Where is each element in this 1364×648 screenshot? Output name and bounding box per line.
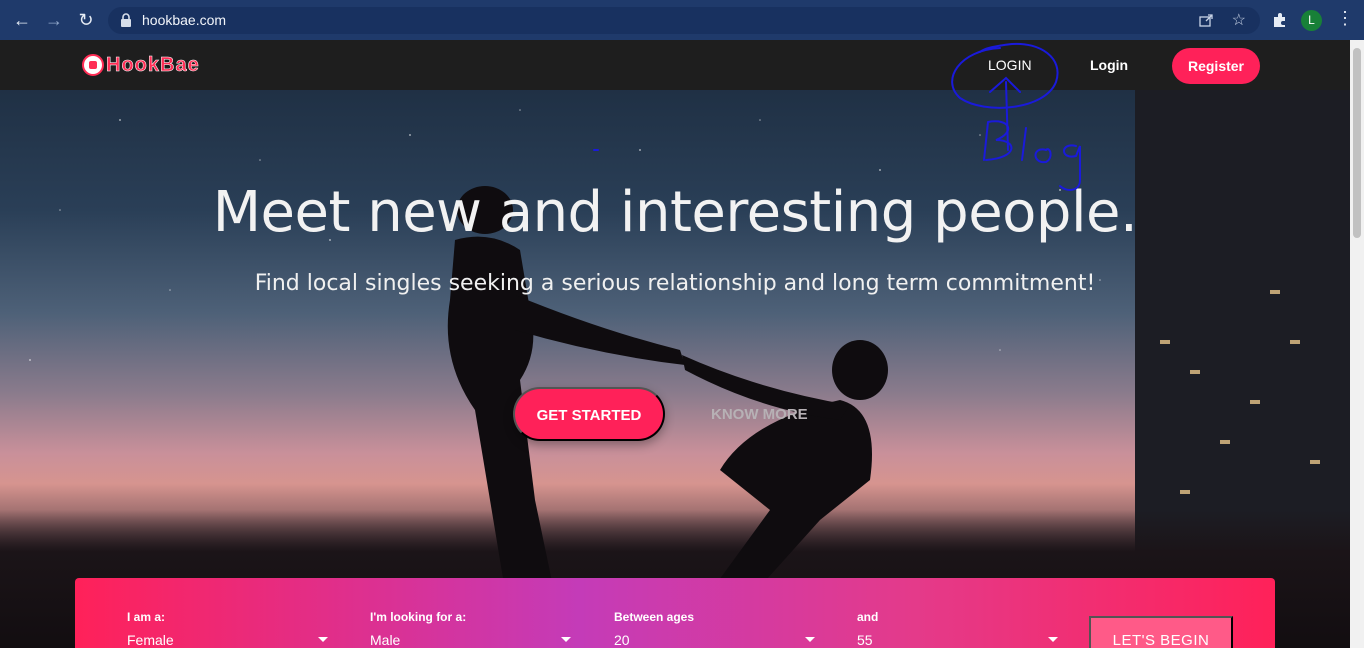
star-icon[interactable]: ☆	[1232, 10, 1246, 30]
hero-headline: Meet new and interesting people.	[212, 180, 1138, 245]
lets-begin-button[interactable]: LET'S BEGIN	[1089, 616, 1233, 648]
age-max-value-text: 55	[857, 632, 873, 648]
get-started-button[interactable]: GET STARTED	[513, 387, 665, 441]
ages-label: Between ages	[614, 610, 695, 624]
age-min-select[interactable]: Between ages 20	[614, 610, 819, 648]
page-scrollbar[interactable]	[1350, 40, 1364, 648]
looking-for-value-text: Male	[370, 632, 401, 648]
age-max-value[interactable]: 55	[857, 632, 1062, 648]
iam-value[interactable]: Female	[127, 632, 332, 648]
page-viewport: HookBae LOGIN Login Register Meet new an…	[0, 40, 1350, 648]
caret-down-icon	[1048, 637, 1058, 642]
menu-icon[interactable]: ⋮	[1336, 8, 1354, 29]
age-max-select[interactable]: and 55	[857, 610, 1062, 648]
window-light	[1290, 340, 1300, 344]
window-light	[1220, 440, 1230, 444]
logo-icon	[82, 54, 104, 76]
nav-login-link[interactable]: Login	[1090, 57, 1128, 73]
hero-background	[0, 40, 1350, 648]
iam-select[interactable]: I am a: Female	[127, 610, 332, 648]
window-light	[1160, 340, 1170, 344]
caret-down-icon	[805, 637, 815, 642]
window-light	[1250, 400, 1260, 404]
extensions-icon[interactable]	[1270, 10, 1290, 30]
looking-for-label: I'm looking for a:	[370, 610, 467, 624]
window-light	[1180, 490, 1190, 494]
register-button[interactable]: Register	[1172, 48, 1260, 84]
and-label: and	[857, 610, 879, 624]
looking-for-select[interactable]: I'm looking for a: Male	[370, 610, 575, 648]
forward-icon[interactable]: →	[42, 8, 66, 32]
nav-login-caps-link[interactable]: LOGIN	[988, 57, 1032, 73]
window-light	[1310, 460, 1320, 464]
iam-value-text: Female	[127, 632, 174, 648]
back-icon[interactable]: ←	[10, 8, 34, 32]
iam-label: I am a:	[127, 610, 166, 624]
share-icon[interactable]	[1198, 12, 1214, 28]
url-text: hookbae.com	[142, 12, 227, 28]
age-min-value-text: 20	[614, 632, 630, 648]
lock-icon	[121, 13, 131, 27]
site-logo[interactable]: HookBae	[82, 53, 200, 77]
browser-toolbar: ← → ↻ hookbae.com ☆ L ⋮	[0, 0, 1364, 40]
hero-subhead: Find local singles seeking a serious rel…	[254, 271, 1096, 296]
couple-silhouette-image	[447, 186, 888, 620]
caret-down-icon	[318, 637, 328, 642]
address-bar[interactable]: hookbae.com ☆	[108, 7, 1260, 34]
caret-down-icon	[561, 637, 571, 642]
age-min-value[interactable]: 20	[614, 632, 819, 648]
scrollbar-thumb[interactable]	[1353, 48, 1361, 238]
profile-avatar[interactable]: L	[1301, 10, 1322, 31]
looking-for-value[interactable]: Male	[370, 632, 575, 648]
site-header: HookBae LOGIN Login Register	[0, 40, 1350, 90]
search-form: I am a: Female I'm looking for a: Male B…	[75, 578, 1275, 648]
logo-text: HookBae	[106, 53, 200, 76]
reload-icon[interactable]: ↻	[74, 8, 98, 32]
know-more-link[interactable]: KNOW MORE	[711, 406, 808, 423]
window-light	[1190, 370, 1200, 374]
